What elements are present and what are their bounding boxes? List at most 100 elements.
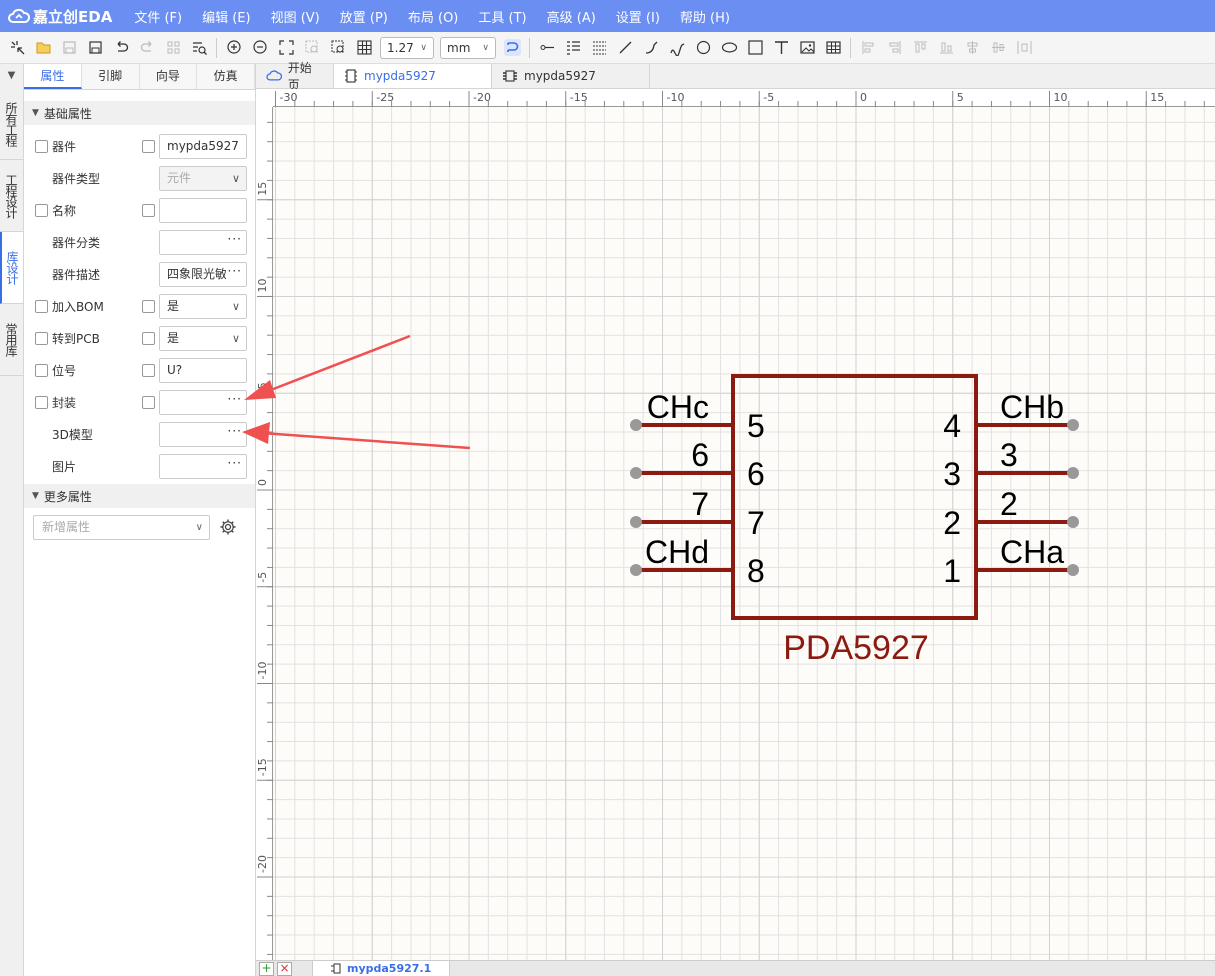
bom-checkbox[interactable]: [35, 300, 48, 313]
component-symbol[interactable]: PDA5927 CHc 5 6 6 7 7 CHd 8 CHb 4 3 3 2 2 CHa 1: [630, 374, 1079, 667]
more-dots-icon[interactable]: ···: [228, 391, 242, 411]
more-dots-icon[interactable]: ···: [228, 231, 242, 251]
line-button[interactable]: [612, 35, 638, 61]
vtab-project-design[interactable]: 工程设计: [0, 160, 23, 232]
menu-advanced[interactable]: 高级 (A): [537, 7, 606, 26]
pin-endpoint: [630, 516, 642, 528]
category-input[interactable]: ···: [159, 230, 247, 255]
footprint-input[interactable]: ···: [159, 390, 247, 415]
bezier-button[interactable]: [664, 35, 690, 61]
menu-tools[interactable]: 工具 (T): [468, 7, 536, 26]
zoom-area-button[interactable]: [325, 35, 351, 61]
device-value-checkbox[interactable]: [142, 140, 155, 153]
fit-view-button[interactable]: [273, 35, 299, 61]
ellipse-button[interactable]: [716, 35, 742, 61]
snap-button[interactable]: [499, 35, 525, 61]
top-ruler: [256, 89, 1215, 107]
save-button[interactable]: [56, 35, 82, 61]
designator-value-checkbox[interactable]: [142, 364, 155, 377]
footprint-checkbox[interactable]: [35, 396, 48, 409]
device-checkbox[interactable]: [35, 140, 48, 153]
tab-wizard[interactable]: 向导: [140, 64, 198, 89]
menu-place[interactable]: 放置 (P): [330, 7, 398, 26]
align-center-v-button[interactable]: [985, 35, 1011, 61]
3d-model-input[interactable]: ···: [159, 422, 247, 447]
menu-help[interactable]: 帮助 (H): [670, 7, 740, 26]
open-button[interactable]: [30, 35, 56, 61]
input-value: 四象限光敏: [167, 267, 228, 281]
undo-button[interactable]: [108, 35, 134, 61]
align-bottom-button[interactable]: [933, 35, 959, 61]
align-left-button[interactable]: [855, 35, 881, 61]
tab-footprint-editor[interactable]: mypda5927: [492, 64, 650, 88]
pin-endpoint: [630, 564, 642, 576]
grid-align-button[interactable]: [160, 35, 186, 61]
bus-pin-button[interactable]: [586, 35, 612, 61]
name-input[interactable]: [159, 198, 247, 223]
tab-pins[interactable]: 引脚: [82, 64, 140, 89]
grid-size-select[interactable]: 1.27 ∨: [380, 36, 434, 59]
grid-button[interactable]: [351, 35, 377, 61]
more-properties-header[interactable]: ▼ 更多属性: [24, 484, 255, 508]
device-type-select[interactable]: 元件 ∨: [159, 166, 247, 191]
menu-view[interactable]: 视图 (V): [261, 7, 330, 26]
bom-select[interactable]: 是 ∨: [159, 294, 247, 319]
pin-array-button[interactable]: [560, 35, 586, 61]
tab-start-page[interactable]: 开始页: [256, 61, 334, 92]
tab-simulation[interactable]: 仿真: [197, 64, 255, 89]
schematic-canvas[interactable]: -30 -25 -20 -15 -10 -5 0 5 10 15 15 10 5 0 -5 -10 -15 -2…: [256, 89, 1215, 960]
footprint-value-checkbox[interactable]: [142, 396, 155, 409]
place-pin-button[interactable]: [534, 35, 560, 61]
designator-input[interactable]: U?: [159, 358, 247, 383]
gear-icon[interactable]: [219, 518, 237, 536]
add-sheet-button[interactable]: +: [259, 961, 274, 976]
rectangle-button[interactable]: [742, 35, 768, 61]
redo-button[interactable]: [134, 35, 160, 61]
vtab-common-library[interactable]: 常用库: [0, 304, 23, 376]
align-right-button[interactable]: [881, 35, 907, 61]
description-input[interactable]: 四象限光敏 ···: [159, 262, 247, 287]
name-value-checkbox[interactable]: [142, 204, 155, 217]
basic-properties-header[interactable]: ▼ 基础属性: [24, 101, 255, 125]
sheet-tab[interactable]: mypda5927.1: [312, 961, 451, 976]
find-button[interactable]: [186, 35, 212, 61]
vtab-all-projects[interactable]: 所有工程: [0, 88, 23, 160]
text-button[interactable]: [768, 35, 794, 61]
circle-button[interactable]: [690, 35, 716, 61]
canvas-svg[interactable]: -30 -25 -20 -15 -10 -5 0 5 10 15 151050-5-10-15-2…: [256, 89, 1215, 960]
save-as-button[interactable]: [82, 35, 108, 61]
polyline-button[interactable]: [638, 35, 664, 61]
zoom-in-button[interactable]: [221, 35, 247, 61]
more-dots-icon[interactable]: ···: [228, 423, 242, 443]
menu-layout[interactable]: 布局 (O): [398, 7, 469, 26]
device-input[interactable]: mypda5927: [159, 134, 247, 159]
remove-sheet-button[interactable]: ×: [277, 961, 292, 976]
name-checkbox[interactable]: [35, 204, 48, 217]
more-dots-icon[interactable]: ···: [228, 455, 242, 475]
pin-icon[interactable]: ▼: [0, 64, 23, 88]
add-attribute-select[interactable]: 新增属性 ∨: [33, 515, 210, 540]
zoom-selection-button[interactable]: [299, 35, 325, 61]
tab-properties[interactable]: 属性: [24, 64, 82, 89]
to-pcb-value-checkbox[interactable]: [142, 332, 155, 345]
align-top-button[interactable]: [907, 35, 933, 61]
to-pcb-select[interactable]: 是 ∨: [159, 326, 247, 351]
tab-symbol-editor[interactable]: mypda5927: [334, 64, 492, 88]
grid-layer: [256, 102, 1215, 960]
designator-checkbox[interactable]: [35, 364, 48, 377]
more-dots-icon[interactable]: ···: [225, 263, 242, 283]
new-project-button[interactable]: [4, 35, 30, 61]
vtab-library-design[interactable]: 库设计: [0, 232, 23, 304]
align-center-h-button[interactable]: [959, 35, 985, 61]
zoom-out-button[interactable]: [247, 35, 273, 61]
menu-settings[interactable]: 设置 (I): [606, 7, 670, 26]
image-input[interactable]: ···: [159, 454, 247, 479]
menu-file[interactable]: 文件 (F): [124, 7, 192, 26]
distribute-button[interactable]: [1011, 35, 1037, 61]
unit-select[interactable]: mm ∨: [440, 36, 496, 59]
menu-edit[interactable]: 编辑 (E): [192, 7, 261, 26]
to-pcb-checkbox[interactable]: [35, 332, 48, 345]
bom-value-checkbox[interactable]: [142, 300, 155, 313]
table-button[interactable]: [820, 35, 846, 61]
image-button[interactable]: [794, 35, 820, 61]
